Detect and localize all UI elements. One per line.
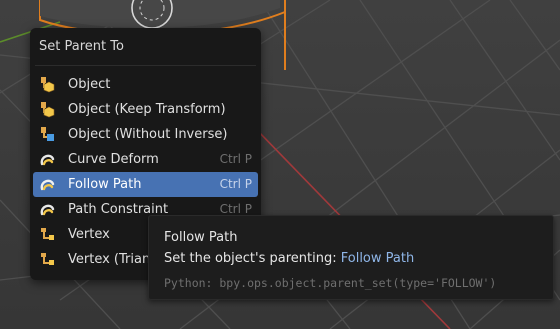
menu-item-object-without-inverse[interactable]: Object (Without Inverse) xyxy=(33,122,258,147)
tooltip-operation: Follow Path xyxy=(340,251,415,266)
menu-item-object[interactable]: Object xyxy=(33,72,258,97)
menu-item-label: Follow Path xyxy=(68,177,142,192)
follow-path-icon xyxy=(40,179,55,191)
tooltip-description: Set the object's parenting: Follow Path xyxy=(164,248,553,269)
menu-item-curve-deform[interactable]: Curve Deform Ctrl P xyxy=(33,147,258,172)
shortcut-hint: Ctrl P xyxy=(219,177,252,191)
tooltip-description-text: Set the object's parenting: xyxy=(164,251,337,266)
object-parent-icon xyxy=(41,77,55,93)
path-constraint-icon xyxy=(40,204,55,216)
vertex-parent-icon xyxy=(41,228,54,240)
curve-deform-icon xyxy=(40,154,55,166)
object-keep-transform-icon xyxy=(41,102,55,118)
menu-item-label: Object (Keep Transform) xyxy=(68,102,226,117)
menu-item-label: Object (Without Inverse) xyxy=(68,127,228,142)
object-without-inverse-icon xyxy=(41,127,54,141)
menu-item-follow-path[interactable]: Follow Path Ctrl P xyxy=(33,172,258,197)
menu-item-label: Object xyxy=(68,77,111,92)
vertex-triangle-parent-icon xyxy=(41,253,54,265)
menu-divider xyxy=(35,65,256,66)
menu-item-label: Curve Deform xyxy=(68,152,159,167)
shortcut-hint: Ctrl P xyxy=(219,152,252,166)
tooltip-python: Python: bpy.ops.object.parent_set(type='… xyxy=(164,276,497,290)
menu-title: Set Parent To xyxy=(39,39,124,54)
menu-item-object-keep-transform[interactable]: Object (Keep Transform) xyxy=(33,97,258,122)
menu-item-label: Vertex xyxy=(68,227,110,242)
tooltip-title: Follow Path xyxy=(164,230,238,245)
operator-tooltip: Follow Path Set the object's parenting: … xyxy=(148,215,554,300)
